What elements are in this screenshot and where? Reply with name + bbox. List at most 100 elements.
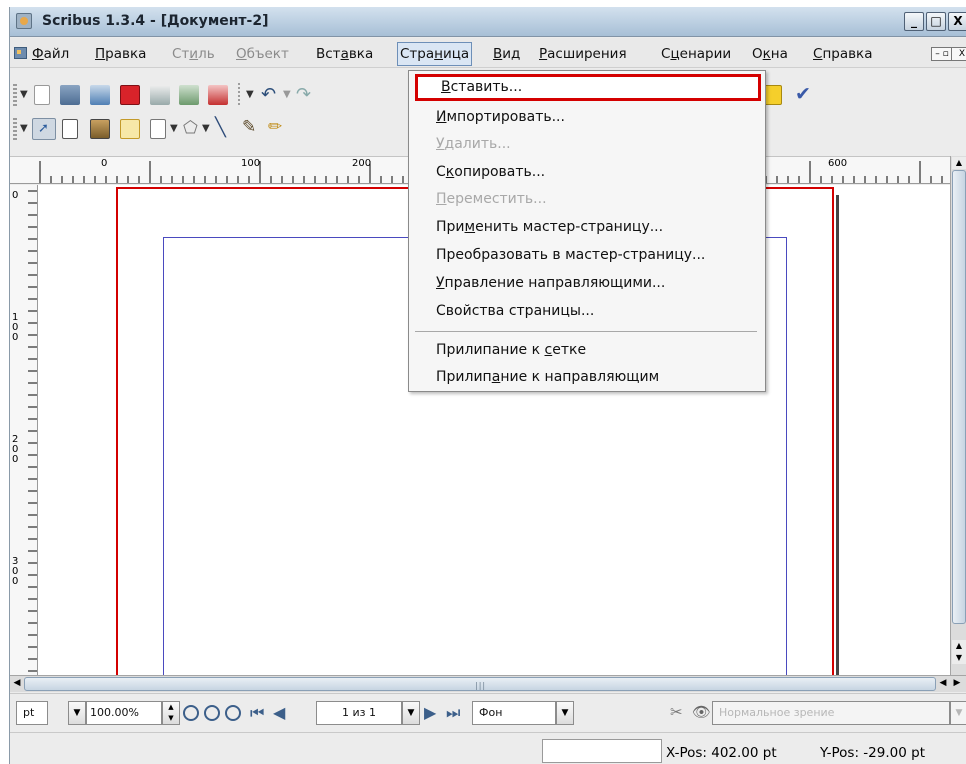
unit-select[interactable]: pt (16, 701, 48, 725)
toolbar-grip[interactable] (13, 84, 17, 106)
ruler-ticks (28, 190, 37, 672)
menu-file[interactable]: Файл (32, 46, 69, 62)
chevron-down-icon[interactable]: ▼ (20, 89, 28, 100)
view-toolbar: pt ▼ 100.00% ▲ ▼ ⏮ ◀ 1 из 1 ▼ ▶ ⏭ Фон ▼ ✂… (10, 693, 966, 731)
menu-item-convert-to-master[interactable]: Преобразовать в мастер-страницу... (410, 242, 764, 269)
preflight-icon[interactable] (179, 85, 199, 105)
close-document-icon[interactable] (120, 85, 140, 105)
color-management-icon[interactable]: ✂ (670, 703, 683, 721)
maximize-button[interactable]: □ (926, 12, 946, 31)
title-bar[interactable]: Scribus 1.3.4 - [Документ-2] _ □ X (10, 7, 966, 37)
scroll-right-button[interactable]: ▶ (950, 677, 964, 691)
chevron-down-icon[interactable]: ▼ (170, 123, 178, 134)
menu-windows[interactable]: Окна (752, 46, 788, 62)
cursor-arrow-icon: ➚ (38, 121, 49, 136)
export-pdf-icon[interactable] (208, 85, 228, 105)
menu-item-import-page[interactable]: Импортировать... (410, 104, 764, 131)
check-icon[interactable]: ✔ (795, 83, 811, 105)
menu-item-insert-page[interactable]: Вставить... (415, 74, 761, 101)
horizontal-scroll-thumb[interactable]: ||| (24, 677, 936, 691)
page-select[interactable]: 1 из 1 (316, 701, 402, 725)
menu-item-snap-to-guides[interactable]: Прилипание к направляющим (410, 364, 764, 391)
menu-item-manage-guides[interactable]: Управление направляющими... (410, 270, 764, 297)
ruler-label: 2 0 0 (12, 434, 19, 465)
menu-item-apply-master[interactable]: Применить мастер-страницу... (410, 214, 764, 241)
previous-page-icon[interactable]: ◀ (273, 703, 285, 722)
menu-page[interactable]: Страница (397, 42, 473, 66)
vertical-ruler[interactable]: 0 1 0 0 2 0 0 3 0 0 (10, 185, 38, 675)
shape-icon[interactable] (150, 119, 166, 139)
menu-view[interactable]: Вид (493, 46, 520, 62)
save-icon[interactable] (90, 85, 110, 105)
menu-bar: Файл Правка Стиль Объект Вставка Страниц… (10, 38, 966, 68)
last-page-icon[interactable]: ⏭ (446, 703, 460, 723)
table-icon[interactable] (120, 119, 140, 139)
page-shadow (836, 195, 839, 675)
next-page-icon[interactable]: ▶ (424, 703, 436, 722)
close-button[interactable]: X (948, 12, 966, 31)
zoom-out-icon[interactable] (183, 705, 199, 721)
mdi-restore-button[interactable]: – ▫ (931, 47, 953, 61)
zoom-input[interactable]: 100.00% (86, 701, 162, 725)
layer-dropdown-button[interactable]: ▼ (556, 701, 574, 725)
menu-item-page-properties[interactable]: Свойства страницы... (410, 298, 764, 325)
scroll-up-button[interactable]: ▲ (952, 640, 966, 652)
bezier-icon[interactable]: ✎ (242, 117, 256, 137)
undo-icon[interactable]: ↶ (261, 84, 276, 105)
menu-style[interactable]: Стиль (172, 46, 215, 62)
chevron-down-icon[interactable]: ▼ (20, 123, 28, 134)
toolbar-separator (238, 83, 240, 107)
view-mode-select[interactable]: Нормальное зрение (712, 701, 950, 725)
toolbar-grip[interactable] (13, 118, 17, 140)
print-icon[interactable] (150, 85, 170, 105)
mdi-close-button[interactable]: X (951, 47, 966, 61)
view-mode-dropdown-button[interactable]: ▼ (950, 701, 966, 725)
status-bar: X-Pos: 402.00 pt Y-Pos: -29.00 pt (10, 732, 966, 764)
menu-item-delete-page[interactable]: Удалить... (410, 131, 764, 158)
scribus-app-icon (16, 13, 32, 29)
chevron-down-icon[interactable]: ▼ (283, 89, 291, 100)
menu-item[interactable]: Объект (236, 46, 289, 62)
zoom-100-icon[interactable] (204, 705, 220, 721)
zoom-in-icon[interactable] (225, 705, 241, 721)
menu-insert[interactable]: Вставка (316, 46, 373, 62)
menu-item-move-page[interactable]: Переместить... (410, 186, 764, 213)
page-menu-dropdown: Вставить... Импортировать... Удалить... … (408, 70, 766, 392)
menu-extras[interactable]: Расширения (539, 46, 627, 62)
ruler-label: 100 (241, 158, 261, 169)
scroll-left-button[interactable]: ◀ (936, 677, 950, 691)
zoom-spinner[interactable]: ▲ ▼ (162, 701, 180, 725)
horizontal-scrollbar[interactable]: ◀ ||| ◀ ▶ (10, 675, 966, 692)
vertical-scrollbar[interactable]: ▲ ▲ ▼ (950, 156, 966, 676)
redo-icon[interactable]: ↷ (296, 84, 311, 105)
freehand-icon[interactable]: ✏ (268, 117, 282, 137)
text-frame-icon[interactable] (62, 119, 78, 139)
chevron-down-icon[interactable]: ▼ (246, 89, 254, 100)
layer-select[interactable]: Фон (472, 701, 556, 725)
image-frame-icon[interactable] (90, 119, 110, 139)
unit-dropdown-button[interactable]: ▼ (68, 701, 86, 725)
document-icon[interactable] (14, 47, 27, 59)
status-message-field (542, 739, 662, 763)
open-folder-icon[interactable] (60, 85, 80, 105)
page-dropdown-button[interactable]: ▼ (402, 701, 420, 725)
scroll-up-button[interactable]: ▲ (952, 157, 966, 169)
scroll-grip: ||| (475, 681, 487, 690)
minimize-button[interactable]: _ (904, 12, 924, 31)
y-position-readout: Y-Pos: -29.00 pt (820, 745, 925, 761)
menu-help[interactable]: Справка (813, 46, 873, 62)
menu-item-snap-to-grid[interactable]: Прилипание к сетке (410, 337, 764, 364)
first-page-icon[interactable]: ⏮ (250, 703, 264, 723)
menu-item-copy-page[interactable]: Скопировать... (410, 159, 764, 186)
chevron-down-icon[interactable]: ▼ (202, 123, 210, 134)
menu-edit[interactable]: Правка (95, 46, 146, 62)
scroll-down-button[interactable]: ▼ (952, 652, 966, 664)
line-icon[interactable]: ╲ (215, 117, 226, 138)
new-document-icon[interactable] (34, 85, 50, 105)
scroll-left-button[interactable]: ◀ (10, 677, 24, 691)
vertical-scroll-thumb[interactable] (952, 170, 966, 624)
ruler-label: 600 (828, 158, 848, 169)
menu-scripts[interactable]: Сценарии (661, 46, 731, 62)
polygon-icon[interactable]: ⬠ (183, 118, 198, 138)
preview-eye-icon[interactable]: 👁 (692, 703, 711, 721)
